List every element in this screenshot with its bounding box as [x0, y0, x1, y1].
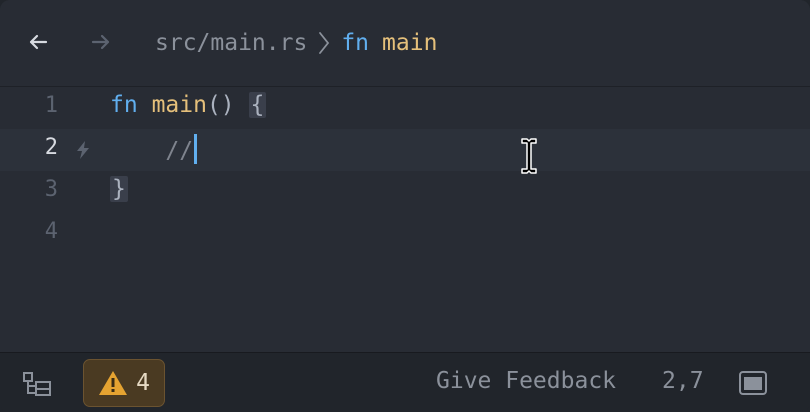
keyword-token: fn [110, 92, 138, 118]
give-feedback-button[interactable]: Give Feedback [436, 368, 616, 394]
warning-icon [99, 371, 128, 395]
code-line[interactable]: 1 fn main() { [0, 87, 810, 129]
line-content[interactable]: } [110, 176, 128, 202]
editor-window: src/main.rs fn main 1 fn main() { 2 // 3… [0, 0, 810, 412]
cursor-position[interactable]: 2,7 [662, 368, 704, 394]
breadcrumb-symbol-kind[interactable]: fn [341, 30, 369, 56]
line-number: 4 [44, 219, 58, 244]
function-name-token: main [151, 92, 207, 118]
text-caret [194, 134, 198, 164]
code-line[interactable]: 3 } [0, 171, 810, 213]
forward-arrow-icon [91, 34, 110, 50]
close-brace-token: } [110, 176, 128, 202]
breadcrumb-path[interactable]: src/main.rs [155, 30, 307, 56]
line-content[interactable]: // [110, 134, 198, 164]
chevron-right-icon [317, 30, 331, 56]
parens-token: () [206, 92, 249, 118]
comment-token: // [165, 138, 194, 164]
line-content[interactable]: fn main() { [110, 92, 267, 118]
forward-button[interactable] [88, 29, 114, 55]
back-arrow-icon [29, 34, 48, 50]
panel-icon[interactable] [738, 369, 768, 397]
breadcrumb-symbol-name[interactable]: main [382, 30, 437, 56]
code-line[interactable]: 4 [0, 213, 810, 255]
diagnostics-count: 4 [136, 370, 150, 396]
line-number: 1 [44, 93, 58, 118]
line-number: 3 [44, 177, 58, 202]
title-bar: src/main.rs fn main [0, 0, 810, 87]
back-button[interactable] [25, 29, 51, 55]
code-editor[interactable]: 1 fn main() { 2 // 3 } 4 [0, 87, 810, 352]
outline-icon[interactable] [22, 369, 54, 397]
line-number: 2 [44, 135, 58, 160]
status-bar: 4 Give Feedback 2,7 [0, 352, 810, 412]
breadcrumb[interactable]: src/main.rs fn main [155, 27, 437, 59]
ibeam-cursor-icon [521, 138, 537, 174]
code-line-active[interactable]: 2 // [0, 129, 810, 171]
lightning-icon[interactable] [72, 139, 94, 161]
open-brace-token: { [248, 92, 267, 118]
diagnostics-button[interactable]: 4 [83, 359, 165, 407]
